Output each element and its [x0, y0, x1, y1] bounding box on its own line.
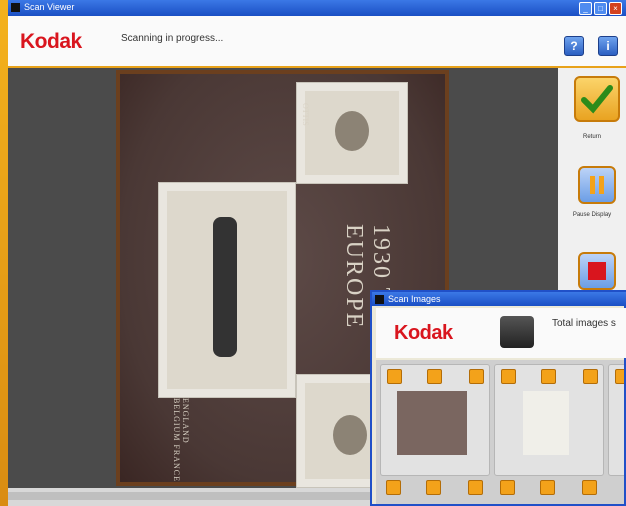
kodak-logo: Kodak: [20, 30, 82, 53]
ship-image: [213, 217, 237, 357]
pause-icon: [590, 176, 604, 194]
album-side-text: ENGLAND BELGIUM FRANCE: [172, 398, 190, 483]
rotate-left-icon[interactable]: [501, 369, 516, 384]
photo-top-label: OTTIS: [301, 103, 310, 126]
pause-label: Pause Display: [572, 212, 612, 218]
titlebar: Scan Viewer _ □ ×: [8, 0, 626, 16]
checkmark-icon: [581, 85, 613, 114]
help-button[interactable]: ?: [564, 36, 584, 56]
header: Kodak Scanning in progress... ? i: [8, 16, 626, 68]
thumbnail-image: [397, 391, 467, 455]
row2-rotate-left-icon[interactable]: [500, 480, 515, 495]
maximize-button[interactable]: □: [594, 2, 607, 15]
rotate-left-icon[interactable]: [615, 369, 624, 384]
scan-images-dialog: Scan Images Kodak Total images s: [370, 290, 626, 506]
portrait: [333, 415, 367, 455]
app-icon: [11, 3, 20, 12]
scanner-icon: [500, 316, 534, 348]
row2-rotate-right-icon[interactable]: [468, 480, 483, 495]
dialog-app-icon: [375, 295, 384, 304]
thumbnail-1[interactable]: [380, 364, 490, 476]
total-images-text: Total images s: [552, 318, 616, 329]
row2-delete-icon[interactable]: [540, 480, 555, 495]
status-text: Scanning in progress...: [121, 33, 224, 44]
window-title: Scan Viewer: [24, 2, 75, 12]
row2-rotate-left-icon[interactable]: [386, 480, 401, 495]
delete-icon[interactable]: [427, 369, 442, 384]
delete-icon[interactable]: [541, 369, 556, 384]
close-button[interactable]: ×: [609, 2, 622, 15]
thumbnail-2[interactable]: [494, 364, 604, 476]
thumbnail-3[interactable]: [608, 364, 624, 476]
stop-button[interactable]: [578, 252, 616, 290]
portrait: [335, 111, 369, 151]
photo-top: OTTIS: [296, 82, 408, 184]
stop-icon: [588, 262, 606, 280]
return-button[interactable]: [574, 76, 620, 122]
dialog-titlebar: Scan Images: [372, 292, 626, 306]
dialog-header: Kodak Total images s: [376, 308, 626, 358]
return-label: Return: [582, 134, 601, 140]
rotate-left-icon[interactable]: [387, 369, 402, 384]
rotate-right-icon[interactable]: [469, 369, 484, 384]
thumbnail-image: [523, 391, 569, 455]
thumbnail-grid: [376, 360, 624, 504]
info-button[interactable]: i: [598, 36, 618, 56]
photo-ship: [158, 182, 296, 398]
dialog-kodak-logo: Kodak: [394, 322, 453, 344]
minimize-button[interactable]: _: [579, 2, 592, 15]
row2-delete-icon[interactable]: [426, 480, 441, 495]
rotate-right-icon[interactable]: [583, 369, 598, 384]
pause-display-button[interactable]: [578, 166, 616, 204]
dialog-title: Scan Images: [388, 294, 441, 304]
row2-rotate-right-icon[interactable]: [582, 480, 597, 495]
